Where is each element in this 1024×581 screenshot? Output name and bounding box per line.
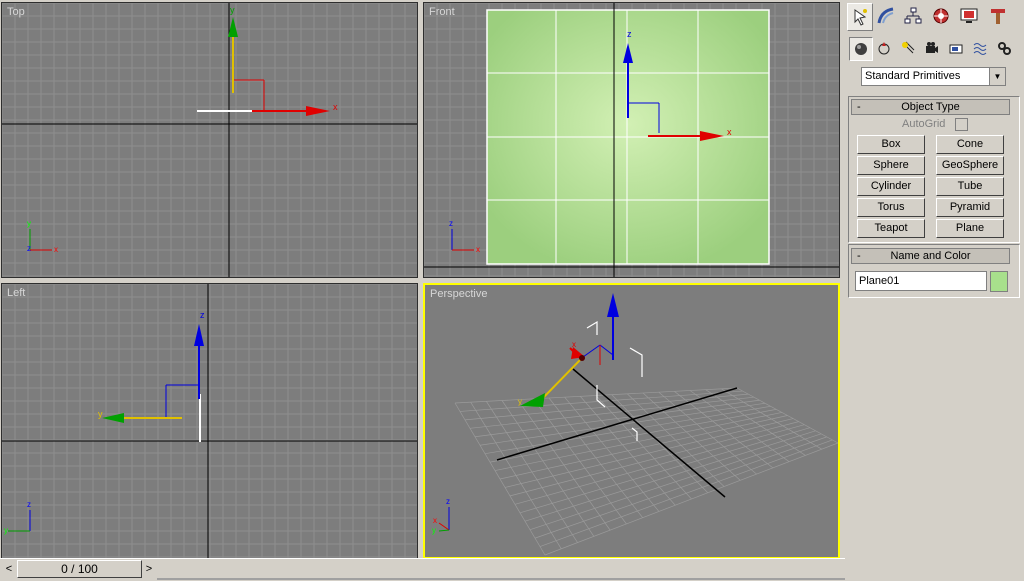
sphere-button[interactable]: Sphere: [857, 156, 925, 175]
time-slider-bar: < 0 / 100 >: [0, 558, 845, 581]
command-panel: Standard Primitives ▼ - Object Type Auto…: [845, 0, 1024, 580]
rollout-title: Name and Color: [890, 250, 971, 262]
tab-utilities[interactable]: [986, 3, 1010, 29]
systems-icon: [998, 42, 1011, 55]
torus-button[interactable]: Torus: [857, 198, 925, 217]
tube-button[interactable]: Tube: [936, 177, 1004, 196]
svg-text:y: y: [4, 526, 8, 535]
space-warps-icon: [973, 43, 987, 55]
svg-text:y: y: [432, 526, 436, 535]
svg-text:z: z: [200, 310, 205, 320]
collapse-toggle[interactable]: -: [857, 100, 861, 114]
category-dropdown-value: Standard Primitives: [865, 70, 961, 82]
left-viewport-canvas: z y z y: [2, 284, 417, 558]
helpers-icon: [949, 44, 963, 54]
subtab-geometry[interactable]: [849, 37, 873, 61]
hierarchy-icon: [904, 7, 922, 24]
subtab-systems[interactable]: [993, 37, 1015, 59]
perspective-viewport-canvas: x y z x y: [432, 293, 838, 556]
top-viewport-canvas: x y y x z: [2, 3, 417, 277]
object-color-swatch[interactable]: [990, 271, 1008, 292]
view-axis-tripod: z x y: [432, 497, 450, 535]
autogrid-label: AutoGrid: [902, 118, 946, 130]
grid-axis-y: [572, 368, 726, 498]
svg-text:z: z: [449, 219, 453, 228]
collapse-toggle[interactable]: -: [857, 249, 861, 263]
subtab-space-warps[interactable]: [969, 37, 991, 59]
svg-text:x: x: [727, 127, 732, 137]
front-viewport-canvas: x z z x: [424, 3, 839, 277]
name-and-color-header[interactable]: - Name and Color: [851, 248, 1010, 264]
object-name-field[interactable]: Plane01: [855, 271, 987, 291]
transform-gizmo[interactable]: x y: [228, 5, 338, 116]
rollout-title: Object Type: [901, 101, 960, 113]
svg-text:x: x: [572, 340, 576, 349]
svg-text:z: z: [446, 497, 450, 506]
axis-label-y: y: [230, 5, 235, 15]
box-button[interactable]: Box: [857, 135, 925, 154]
viewport-top[interactable]: Top x y y x z: [1, 2, 418, 278]
autogrid-checkbox[interactable]: [955, 118, 968, 131]
motion-icon: [933, 8, 949, 24]
time-slider[interactable]: 0 / 100: [17, 560, 142, 578]
geometry-icon: [855, 43, 867, 55]
perspective-grid: [454, 387, 838, 556]
tab-display[interactable]: [957, 3, 981, 29]
next-frame-button[interactable]: >: [142, 561, 156, 577]
tab-hierarchy[interactable]: [901, 3, 925, 29]
grid: [2, 3, 417, 277]
create-icon: [854, 9, 867, 26]
display-icon: [960, 8, 978, 23]
viewport-left[interactable]: Left z y z y: [1, 283, 418, 559]
viewport-perspective[interactable]: Perspective x y z x y: [423, 283, 840, 559]
cone-button[interactable]: Cone: [936, 135, 1004, 154]
category-dropdown[interactable]: Standard Primitives ▼: [861, 67, 1006, 86]
cameras-icon: [926, 42, 938, 53]
teapot-button[interactable]: Teapot: [857, 219, 925, 238]
viewport-front[interactable]: Front x z z x: [423, 2, 840, 278]
prev-frame-button[interactable]: <: [2, 561, 16, 577]
axis-label-x: x: [333, 102, 338, 112]
viewport-label[interactable]: Left: [7, 287, 25, 299]
svg-text:z: z: [627, 29, 632, 39]
svg-text:x: x: [54, 245, 58, 254]
lights-icon: [902, 41, 915, 54]
shapes-icon: [878, 42, 890, 55]
svg-text:z: z: [27, 244, 31, 253]
subtab-shapes[interactable]: [873, 37, 895, 59]
tab-create[interactable]: [847, 3, 873, 31]
pyramid-button[interactable]: Pyramid: [936, 198, 1004, 217]
svg-text:y: y: [27, 219, 31, 228]
geosphere-button[interactable]: GeoSphere: [936, 156, 1004, 175]
cylinder-button[interactable]: Cylinder: [857, 177, 925, 196]
svg-text:x: x: [433, 516, 437, 525]
viewport-label[interactable]: Top: [7, 6, 25, 18]
svg-text:y: y: [518, 397, 522, 406]
svg-text:z: z: [27, 500, 31, 509]
subtab-lights[interactable]: [897, 37, 919, 59]
utilities-icon: [991, 9, 1005, 24]
viewport-label[interactable]: Front: [429, 6, 455, 18]
subtab-cameras[interactable]: [921, 37, 943, 59]
grid: [2, 284, 417, 558]
transform-gizmo[interactable]: x y: [518, 293, 619, 407]
object-type-header[interactable]: - Object Type: [851, 99, 1010, 115]
transform-gizmo[interactable]: z y: [98, 310, 205, 423]
svg-text:x: x: [476, 245, 480, 254]
viewport-label[interactable]: Perspective: [430, 288, 487, 300]
svg-text:y: y: [98, 409, 103, 419]
chevron-down-icon[interactable]: ▼: [989, 68, 1005, 85]
tab-modify[interactable]: [874, 3, 898, 29]
plane-button[interactable]: Plane: [936, 219, 1004, 238]
tab-motion[interactable]: [929, 3, 953, 29]
selection-brackets: [586, 320, 643, 441]
subtab-helpers[interactable]: [945, 37, 967, 59]
modify-icon: [877, 7, 894, 24]
